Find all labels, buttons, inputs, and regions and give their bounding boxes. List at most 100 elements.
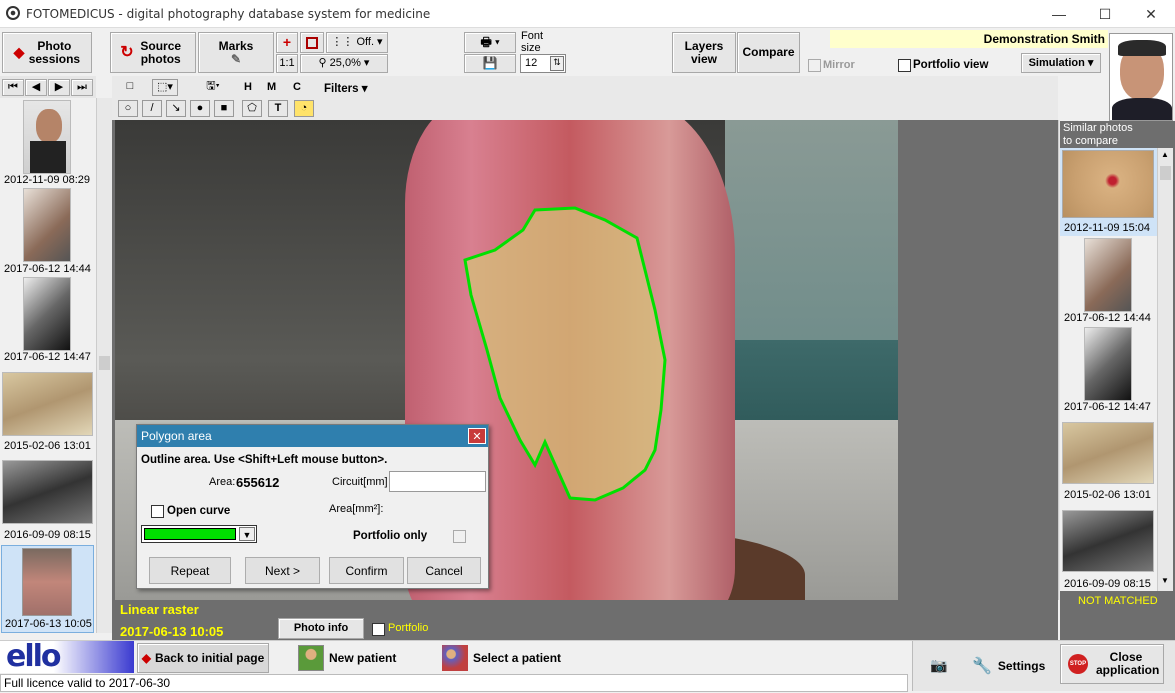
- save-layer-tool[interactable]: 🖫▾: [200, 79, 226, 96]
- portfolio-label: Portfolio: [388, 622, 429, 634]
- line-tool[interactable]: /: [142, 100, 162, 117]
- save-button[interactable]: 💾: [464, 54, 516, 73]
- polygon-area-dialog: Polygon area ✕ Outline area. Use <Shift+…: [136, 424, 489, 589]
- title-bar: FOTOMEDICUS - digital photography databa…: [0, 0, 1175, 28]
- marks-button[interactable]: Marks ✎: [198, 32, 274, 73]
- portfolio-only-checkbox[interactable]: [453, 530, 466, 543]
- open-curve-checkbox[interactable]: [151, 505, 164, 518]
- grid-dropdown[interactable]: ⋮⋮ Off. ▾: [326, 32, 388, 53]
- thumbnail-selected[interactable]: 2012-11-09 15:04: [1060, 148, 1157, 236]
- dialog-title: Polygon area: [141, 429, 212, 443]
- portfolio-checkbox[interactable]: [372, 623, 385, 636]
- minimize-button[interactable]: —: [1036, 0, 1082, 28]
- marks-pin-icon: ✎: [230, 51, 242, 66]
- maximize-button[interactable]: ☐: [1082, 0, 1128, 28]
- floppy-icon: 💾: [482, 56, 498, 70]
- print-button[interactable]: 🖶 ▾: [464, 32, 516, 53]
- font-size-input[interactable]: 12 ⇅: [520, 54, 566, 73]
- select-patient-button[interactable]: Select a patient: [442, 644, 582, 672]
- licence-status: Full licence valid to 2017-06-30: [0, 674, 908, 692]
- measure-tool[interactable]: ◔: [294, 100, 314, 117]
- simulation-dropdown[interactable]: Simulation ▾: [1021, 53, 1101, 73]
- photo-sessions-button[interactable]: ◆ Photo sessions: [2, 32, 92, 73]
- thumbnail[interactable]: [2, 372, 93, 436]
- square-tool[interactable]: ■: [214, 100, 234, 117]
- thumbnail[interactable]: [1062, 422, 1154, 484]
- last-photo-button[interactable]: ⏭: [71, 79, 93, 96]
- first-photo-button[interactable]: ⏮: [2, 79, 24, 96]
- cancel-button[interactable]: Cancel: [407, 557, 481, 584]
- frame-button[interactable]: [300, 32, 324, 53]
- mirror-checkbox[interactable]: [808, 59, 821, 72]
- confirm-button[interactable]: Confirm: [329, 557, 404, 584]
- settings-label: Settings: [997, 659, 1046, 673]
- portfolio-view-checkbox[interactable]: [898, 59, 911, 72]
- compare-button[interactable]: Compare: [737, 32, 800, 73]
- frame-icon: [306, 36, 318, 49]
- patient-avatar[interactable]: [1109, 33, 1173, 121]
- settings-button[interactable]: 🔧 Settings: [972, 652, 1052, 680]
- thumbnail[interactable]: [1084, 238, 1132, 312]
- right-scrollbar[interactable]: ▲ ▼: [1157, 148, 1173, 591]
- rectangle-select-tool[interactable]: □: [120, 79, 140, 96]
- thumbnail-selected[interactable]: 2017-06-13 10:05: [1, 545, 94, 633]
- grid-value: Off.: [356, 36, 374, 48]
- thumbnail-caption: 2015-02-06 13:01: [1064, 489, 1151, 501]
- similar-photos-label: Similar photos to compare: [1063, 122, 1133, 147]
- photo-info-button[interactable]: Photo info: [278, 618, 364, 639]
- close-application-button[interactable]: STOP Close application: [1060, 644, 1164, 684]
- arrow-left-icon: ◆: [141, 650, 151, 665]
- thumbnail[interactable]: [1062, 510, 1154, 572]
- thumbnail[interactable]: [23, 100, 71, 174]
- next-button[interactable]: Next >: [245, 557, 320, 584]
- h-tool[interactable]: H: [244, 81, 252, 93]
- close-window-button[interactable]: ✕: [1128, 0, 1174, 28]
- text-tool[interactable]: T: [268, 100, 288, 117]
- color-swatch: [144, 528, 236, 540]
- arrow-tool[interactable]: ↘: [166, 100, 186, 117]
- thumbnail[interactable]: [1084, 327, 1132, 401]
- font-size-label: Font size: [521, 30, 544, 54]
- thumbnail[interactable]: [2, 460, 93, 524]
- logo-text: ello: [6, 641, 62, 673]
- camera-icon[interactable]: 📷: [930, 657, 947, 674]
- source-photos-button[interactable]: ↻ Source photos: [110, 32, 196, 73]
- next-photo-button[interactable]: ▶: [48, 79, 70, 96]
- thumbnail[interactable]: [23, 188, 71, 262]
- photo-sessions-label: Photo sessions: [28, 38, 81, 66]
- repeat-button[interactable]: Repeat: [149, 557, 231, 584]
- circle-tool[interactable]: ○: [118, 100, 138, 117]
- back-label: Back to initial page: [154, 650, 265, 665]
- polygon-tool[interactable]: ⬠: [242, 100, 262, 117]
- left-scrollbar[interactable]: [96, 98, 112, 633]
- circuit-field[interactable]: [389, 471, 486, 492]
- select-patient-label: Select a patient: [473, 651, 562, 665]
- new-patient-button[interactable]: New patient: [298, 644, 418, 672]
- right-thumbnail-list[interactable]: 2012-11-09 15:04 2017-06-12 14:44 2017-0…: [1060, 148, 1157, 591]
- dialog-close-button[interactable]: ✕: [468, 428, 486, 444]
- zoom-dropdown[interactable]: ⚲ 25,0% ▾: [300, 54, 388, 73]
- c-tool[interactable]: C: [293, 81, 301, 93]
- crosshair-button[interactable]: +: [276, 32, 298, 53]
- simulation-label: Simulation: [1028, 56, 1085, 69]
- wrench-icon: 🔧: [972, 658, 992, 675]
- thumbnail-caption: 2012-11-09 08:29: [4, 174, 91, 186]
- cursor-tool[interactable]: ⬚▾: [152, 79, 178, 96]
- marks-label: Marks: [218, 38, 254, 53]
- font-size-spin-icon[interactable]: ⇅: [550, 56, 564, 71]
- color-dropdown[interactable]: ▼: [141, 525, 257, 543]
- photo-info-strip: Linear raster 2017-06-13 10:05 Photo inf…: [112, 600, 1058, 640]
- app-eye-icon: [6, 6, 20, 20]
- prev-photo-button[interactable]: ◀: [25, 79, 47, 96]
- one-to-one-button[interactable]: 1:1: [276, 54, 298, 73]
- filters-dropdown[interactable]: Filters ▾: [324, 81, 367, 95]
- layers-view-button[interactable]: Layers view: [672, 32, 736, 73]
- left-thumbnail-list[interactable]: 2012-11-09 08:29 2017-06-12 14:44 2017-0…: [0, 98, 96, 633]
- back-to-initial-button[interactable]: ◆ Back to initial page: [137, 643, 269, 673]
- dot-tool[interactable]: ●: [190, 100, 210, 117]
- photo-date: 2017-06-13 10:05: [120, 624, 224, 639]
- left-nav-strip: ⏮ ◀ ▶ ⏭: [0, 76, 96, 98]
- m-tool[interactable]: M: [267, 81, 276, 93]
- thumbnail[interactable]: [23, 277, 71, 351]
- patient-name: Demonstration Smith: [983, 32, 1105, 46]
